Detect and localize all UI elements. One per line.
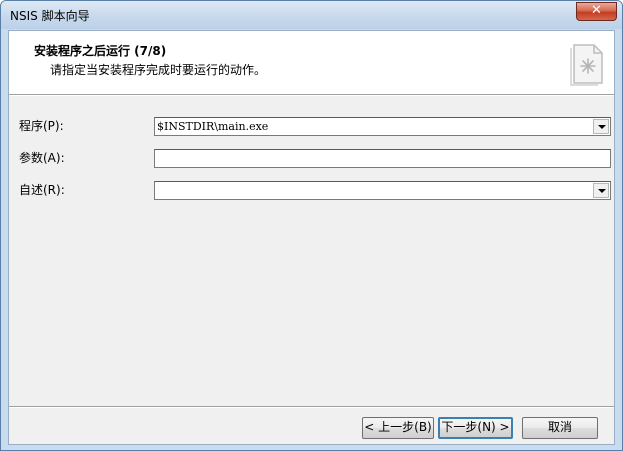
close-icon: ✕ [591,3,602,18]
wizard-client-area: 安装程序之后运行 (7/8) 请指定当安装程序完成时要运行的动作。 程序(P):… [8,30,615,445]
title-bar[interactable]: NSIS 脚本向导 ✕ [1,1,622,29]
program-label: 程序(P): [19,119,64,133]
window-title: NSIS 脚本向导 [10,9,90,23]
page-subtitle: 请指定当安装程序完成时要运行的动作。 [50,63,267,77]
next-button[interactable]: 下一步(N) > [438,417,513,439]
document-sparkle-icon [570,44,603,86]
wizard-header: 安装程序之后运行 (7/8) 请指定当安装程序完成时要运行的动作。 [9,31,614,95]
wizard-window: NSIS 脚本向导 ✕ 安装程序之后运行 (7/8) 请指定当安装程序完成时要运… [0,0,623,451]
header-divider [9,95,614,96]
readme-label: 自述(R): [19,183,65,197]
readme-dropdown-arrow-icon[interactable] [593,183,609,198]
page-title: 安装程序之后运行 (7/8) [34,44,167,58]
footer-divider-highlight [9,407,614,408]
params-input[interactable] [154,149,611,168]
close-button[interactable]: ✕ [576,2,617,21]
params-label: 参数(A): [19,151,65,165]
program-combobox[interactable]: $INSTDIR\main.exe [154,117,611,136]
readme-combobox[interactable] [154,181,611,200]
program-value: $INSTDIR\main.exe [157,120,269,133]
cancel-button[interactable]: 取消 [522,417,598,439]
program-dropdown-arrow-icon[interactable] [593,119,609,134]
back-button[interactable]: < 上一步(B) [362,417,434,439]
